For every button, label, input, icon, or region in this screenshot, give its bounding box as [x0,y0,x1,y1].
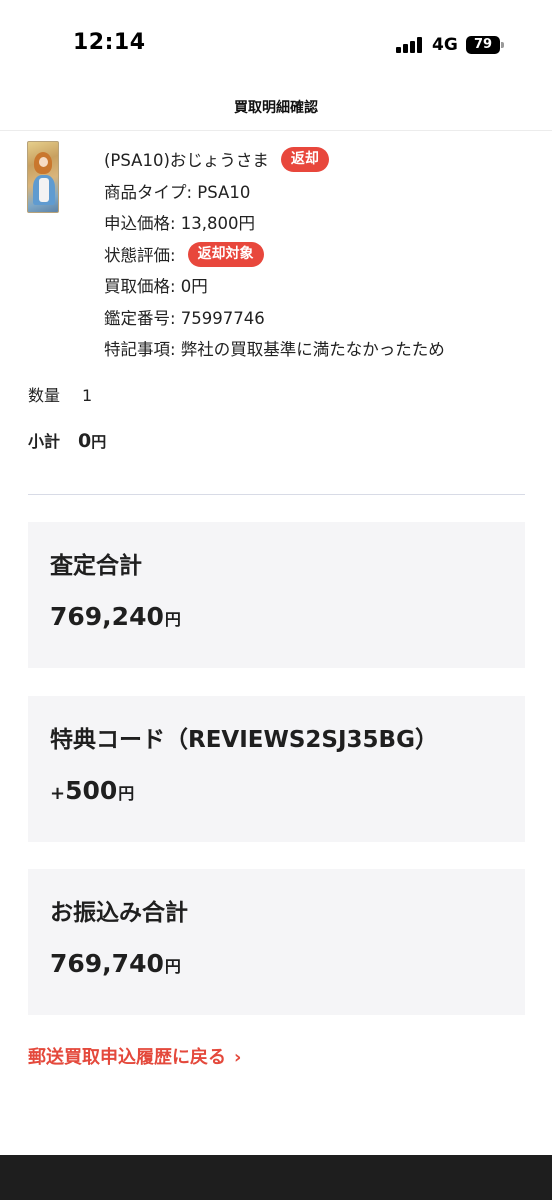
condition-label: 状態評価: [104,245,176,265]
transfer-total-value: 769,740 [50,949,164,978]
subtotal-value: 0 [78,430,92,452]
assessment-total-value: 769,240 [50,602,164,631]
network-type: 4G [432,35,458,55]
back-link-label: 郵送買取申込履歴に戻る [28,1047,226,1068]
bonus-code-card: 特典コード（REVIEWS2SJ35BG） +500円 [28,696,525,842]
status-bar: 12:14 4G 79 [0,0,552,90]
product-type: 商品タイプ: PSA10 [104,182,251,202]
battery-icon: 79 [466,36,500,54]
quantity-row: 数量 1 [28,382,92,406]
bottom-bar [0,1155,552,1200]
signal-icon [396,37,424,53]
return-badge: 返却 [280,147,329,172]
page-title: 買取明細確認 [234,100,318,116]
bonus-value: 500 [65,776,118,805]
transfer-total-value-line: 769,740円 [50,949,181,978]
back-to-history-link[interactable]: 郵送買取申込履歴に戻る › [28,1043,241,1069]
bonus-code-label: 特典コード（REVIEWS2SJ35BG） [50,727,438,753]
battery-tip [501,42,504,48]
divider [28,494,525,495]
grading-number: 鑑定番号: 75997746 [104,308,265,328]
remarks: 特記事項: 弊社の買取基準に満たなかったため [104,340,445,359]
application-price: 申込価格: 13,800円 [104,214,256,233]
quantity-value: 1 [82,386,93,405]
transfer-total-label: お振込み合計 [50,900,188,926]
assessment-total-value-line: 769,240円 [50,602,181,631]
transfer-total-unit: 円 [164,957,181,976]
purchase-price: 買取価格: 0円 [104,277,208,296]
subtotal-label: 小計 [28,432,61,451]
item-name: (PSA10)おじょうさま [104,151,269,170]
quantity-label: 数量 [28,386,61,405]
bonus-sign: + [50,783,66,804]
item-name-line: (PSA10)おじょうさま 返却 [104,145,544,177]
status-time: 12:14 [73,30,146,55]
subtotal-row: 小計 0円 [28,428,106,452]
assessment-total-unit: 円 [164,610,181,629]
assessment-total-card: 査定合計 769,240円 [28,522,525,668]
bonus-unit: 円 [118,784,135,803]
condition-line: 状態評価: 返却対象 [104,240,544,272]
page-header: 買取明細確認 [0,90,552,131]
bonus-value-line: +500円 [50,776,134,805]
condition-badge: 返却対象 [187,241,264,267]
assessment-total-label: 査定合計 [50,553,142,579]
transfer-total-card: お振込み合計 769,740円 [28,869,525,1015]
item-details: (PSA10)おじょうさま 返却 商品タイプ: PSA10 申込価格: 13,80… [104,145,544,366]
subtotal-unit: 円 [91,433,107,451]
chevron-right-icon: › [234,1047,242,1068]
card-thumbnail-image[interactable] [27,141,59,213]
